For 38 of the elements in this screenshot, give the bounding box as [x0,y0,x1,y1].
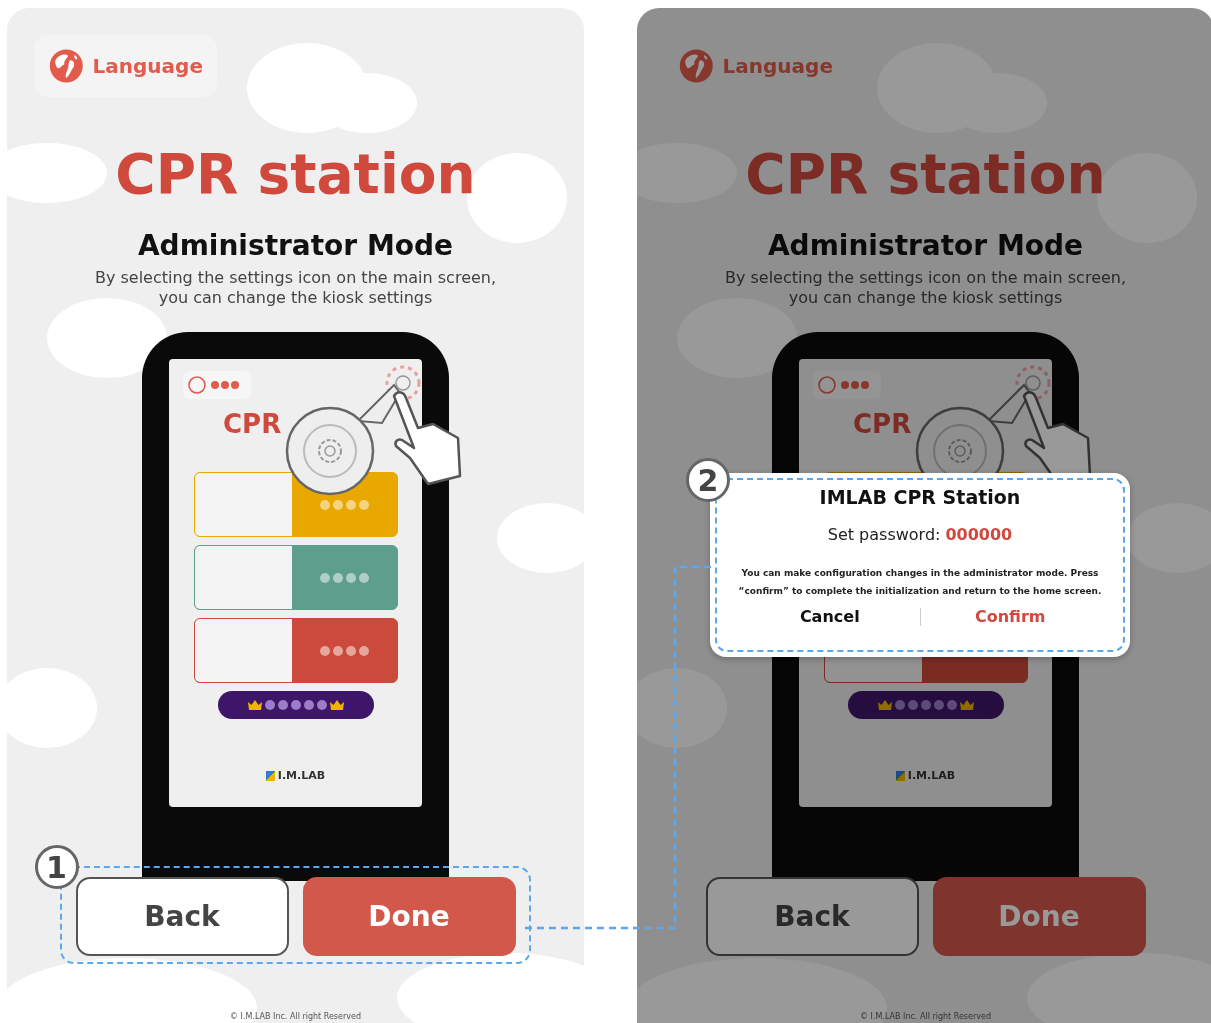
action-button[interactable]: Back [75,877,289,956]
dialog-button[interactable]: Confirm [920,606,1100,627]
description-line: By selecting the settings icon on the main screen, [724,268,1127,288]
password-value: 000000 [945,525,1013,544]
action-button[interactable]: Back [705,877,919,956]
crown-icon [330,700,344,710]
page-title: CPR station [115,141,476,208]
kiosk-title: CPR [223,409,282,439]
description-line: you can change the kiosk settings [157,288,434,308]
action-button[interactable]: Done [932,877,1146,956]
crown-icon [960,700,974,710]
mode-heading: Administrator Mode [137,229,454,262]
dots-icon [265,700,327,710]
language-pill-icon [813,371,881,399]
dialog-button[interactable]: Cancel [740,606,920,627]
password-label: Set password: [827,525,941,544]
language-button[interactable]: Language [664,35,847,97]
description-line: By selecting the settings icon on the main screen, [94,268,497,288]
mode-heading: Administrator Mode [767,229,1084,262]
dots-icon [895,700,957,710]
crown-icon [878,700,892,710]
logo-icon [895,770,905,781]
copyright-text: © I.M.LAB Inc. All right Reserved [230,1012,361,1021]
crown-icon [248,700,262,710]
kiosk-logo: I.M.LAB [277,769,326,782]
step-number: 1 [34,845,79,889]
language-pill-icon [183,371,251,399]
dialog-title: IMLAB CPR Station [819,486,1021,508]
step-number: 2 [686,458,730,502]
description-line: you can change the kiosk settings [787,288,1064,308]
page-title: CPR station [745,141,1106,208]
language-button[interactable]: Language [34,35,217,97]
kiosk-logo: I.M.LAB [907,769,956,782]
kiosk-title: CPR [853,409,912,439]
action-button[interactable]: Done [302,877,516,956]
dialog-message: You can make configuration changes in the administrator mode. Press “confirm” to complete the initialization and return to the home screen. [737,567,1103,598]
copyright-text: © I.M.LAB Inc. All right Reserved [860,1012,991,1021]
logo-icon [265,770,275,781]
